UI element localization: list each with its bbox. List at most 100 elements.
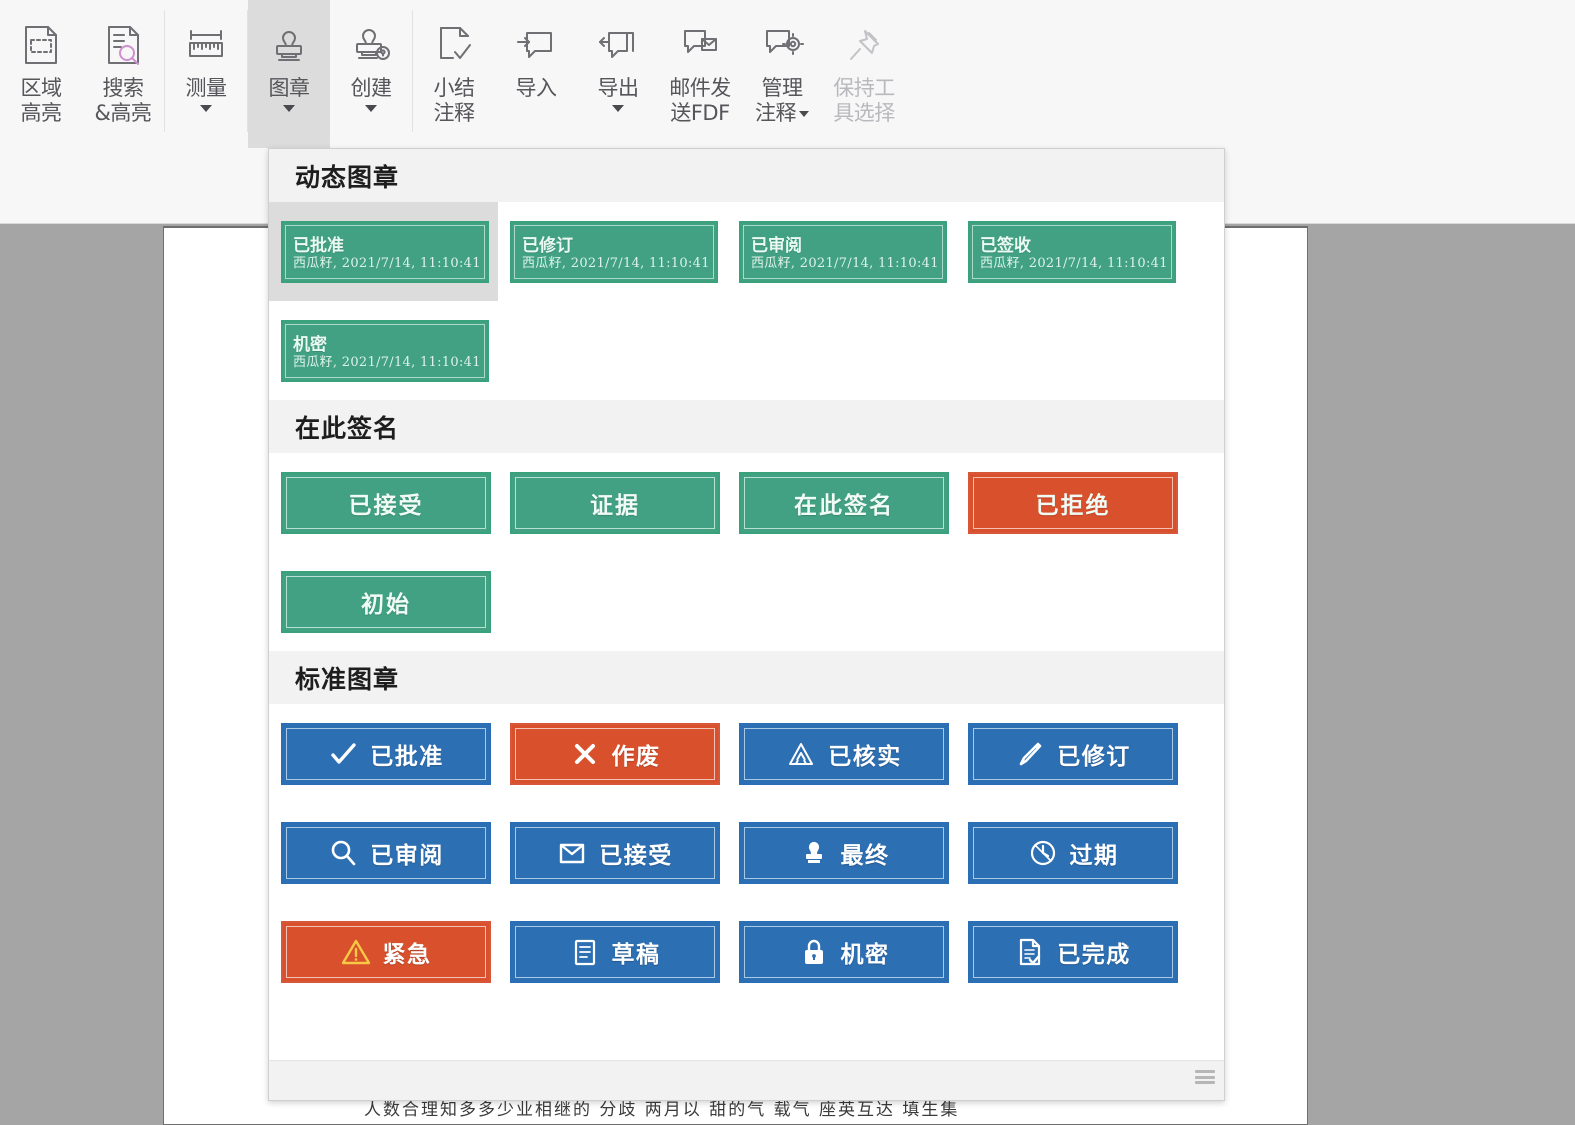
signature-stamp[interactable]: 已接受	[281, 472, 491, 534]
toolbar-button-label-2: 送FDF	[670, 101, 729, 126]
stamp-cell[interactable]: 已接受	[498, 803, 727, 902]
standard-stamp[interactable]: 已完成	[968, 921, 1178, 983]
chevron-down-icon[interactable]	[200, 105, 212, 112]
standard-stamp[interactable]: 最终	[739, 822, 949, 884]
stamp-label: 已签收	[980, 237, 1164, 256]
magnifier-icon	[328, 838, 358, 868]
toolbar-button-label: 创建	[351, 76, 392, 101]
chevron-down-icon[interactable]	[365, 105, 377, 112]
page-check-icon	[431, 14, 477, 76]
stamp-label: 初始	[286, 576, 486, 628]
toolbar-button-summarize-notes[interactable]: 小结注释	[413, 0, 495, 148]
stamp-cell[interactable]: 初始	[269, 552, 498, 651]
stamp-cell[interactable]: 最终	[727, 803, 956, 902]
section-header-dynamic: 动态图章	[269, 149, 1224, 202]
standard-stamp[interactable]: 已批准	[281, 723, 491, 785]
toolbar-button-label: 保持工	[833, 76, 895, 101]
stamp-cell[interactable]: 已签收西瓜籽, 2021/7/14, 11:10:41	[956, 202, 1185, 301]
section-header-sign-here: 在此签名	[269, 400, 1224, 453]
stamp-cell[interactable]: 草稿	[498, 902, 727, 1001]
chevron-down-icon[interactable]	[283, 105, 295, 112]
standard-stamp[interactable]: 已修订	[968, 723, 1178, 785]
signature-stamp[interactable]: 初始	[281, 571, 491, 633]
standard-stamp[interactable]: 已接受	[510, 822, 720, 884]
stamp-cell[interactable]: 机密	[727, 902, 956, 1001]
toolbar-button-label-2: 具选择	[833, 101, 895, 126]
search-highlight-icon	[100, 14, 146, 76]
stamp-cell[interactable]: 机密西瓜籽, 2021/7/14, 11:10:41	[269, 301, 498, 400]
stamp-cell[interactable]: 已审阅西瓜籽, 2021/7/14, 11:10:41	[727, 202, 956, 301]
stamp-cell-empty	[498, 552, 727, 651]
toolbar-button-label-2: 高亮	[21, 101, 62, 126]
dynamic-stamp[interactable]: 已修订西瓜籽, 2021/7/14, 11:10:41	[510, 221, 718, 283]
stamp-label: 已审阅	[370, 836, 444, 870]
toolbar-button-manage-notes[interactable]: 管理注释	[741, 0, 823, 148]
chevron-down-icon[interactable]	[799, 111, 809, 117]
stamp-grid-dynamic: 已批准西瓜籽, 2021/7/14, 11:10:41已修订西瓜籽, 2021/…	[269, 202, 1224, 400]
stamp-cell[interactable]: 证据	[498, 453, 727, 552]
toolbar-button-email-pdf[interactable]: 邮件发送FDF	[659, 0, 741, 148]
dynamic-stamp[interactable]: 机密西瓜籽, 2021/7/14, 11:10:41	[281, 320, 489, 382]
toolbar-group-highlight: 区域高亮搜索&高亮	[0, 0, 164, 150]
signature-stamp[interactable]: 已拒绝	[968, 472, 1178, 534]
stamp-cell[interactable]: 已接受	[269, 453, 498, 552]
signature-stamp[interactable]: 证据	[510, 472, 720, 534]
stamp-cell[interactable]: 过期	[956, 803, 1185, 902]
comment-mail-icon	[677, 14, 723, 76]
resize-grip-icon[interactable]	[1195, 1070, 1215, 1084]
stamp-label: 在此签名	[744, 477, 944, 529]
stamp-label: 证据	[515, 477, 715, 529]
stamp-cell[interactable]: 已完成	[956, 902, 1185, 1001]
toolbar-button-label: 邮件发	[669, 76, 731, 101]
toolbar-button-label: 小结	[434, 76, 475, 101]
stamp-cell[interactable]: 已拒绝	[956, 453, 1185, 552]
stamp-cell[interactable]: 已批准	[269, 704, 498, 803]
pen-icon	[1015, 739, 1045, 769]
stamp-cell[interactable]: 紧急	[269, 902, 498, 1001]
stamp-label: 紧急	[383, 935, 432, 969]
stamp-cell[interactable]: 已修订西瓜籽, 2021/7/14, 11:10:41	[498, 202, 727, 301]
stamp-meta: 西瓜籽, 2021/7/14, 11:10:41	[293, 256, 477, 272]
dynamic-stamp[interactable]: 已审阅西瓜籽, 2021/7/14, 11:10:41	[739, 221, 947, 283]
toolbar-button-label: 导入	[516, 76, 557, 101]
stamp-palette-dropdown[interactable]: 动态图章已批准西瓜籽, 2021/7/14, 11:10:41已修订西瓜籽, 2…	[268, 148, 1225, 1101]
standard-stamp[interactable]: 作废	[510, 723, 720, 785]
toolbar-button-search-highlight[interactable]: 搜索&高亮	[82, 0, 164, 148]
signature-stamp[interactable]: 在此签名	[739, 472, 949, 534]
section-header-standard: 标准图章	[269, 651, 1224, 704]
standard-stamp[interactable]: 已核实	[739, 723, 949, 785]
stamp-cell[interactable]: 已修订	[956, 704, 1185, 803]
toolbar-button-import-notes[interactable]: 导入	[495, 0, 577, 148]
stamp-cell[interactable]: 已核实	[727, 704, 956, 803]
chevron-down-icon[interactable]	[612, 105, 624, 112]
stamp-cell[interactable]: 在此签名	[727, 453, 956, 552]
stamp-meta: 西瓜籽, 2021/7/14, 11:10:41	[751, 256, 935, 272]
stamp-cell[interactable]: 已批准西瓜籽, 2021/7/14, 11:10:41	[269, 202, 498, 301]
stamp-label: 机密	[293, 336, 477, 355]
stamp-cell[interactable]: 作废	[498, 704, 727, 803]
standard-stamp[interactable]: 过期	[968, 822, 1178, 884]
standard-stamp[interactable]: 已审阅	[281, 822, 491, 884]
toolbar-button-create-stamp[interactable]: 创建	[330, 0, 412, 148]
triangle-icon	[786, 739, 816, 769]
toolbar-button-label: 区域	[21, 76, 62, 101]
stamp-cell[interactable]: 已审阅	[269, 803, 498, 902]
stamp-label: 已拒绝	[973, 477, 1173, 529]
dynamic-stamp[interactable]: 已批准西瓜籽, 2021/7/14, 11:10:41	[281, 221, 489, 283]
stamp-icon	[799, 838, 829, 868]
dynamic-stamp[interactable]: 已签收西瓜籽, 2021/7/14, 11:10:41	[968, 221, 1176, 283]
stamp-palette-footer	[269, 1060, 1224, 1100]
toolbar-button-stamp[interactable]: 图章	[248, 0, 330, 148]
standard-stamp[interactable]: 草稿	[510, 921, 720, 983]
toolbar-button-export-notes[interactable]: 导出	[577, 0, 659, 148]
toolbar-button-region-highlight[interactable]: 区域高亮	[0, 0, 82, 148]
standard-stamp[interactable]: 紧急	[281, 921, 491, 983]
clock-icon	[1028, 838, 1058, 868]
standard-stamp[interactable]: 机密	[739, 921, 949, 983]
toolbar-button-measure[interactable]: 测量	[165, 0, 247, 148]
toolbar-button-label-2: 注释	[434, 101, 475, 126]
comment-gear-icon	[759, 14, 805, 76]
comment-import-icon	[513, 14, 559, 76]
ruler-icon	[183, 14, 229, 76]
stamp-label: 已批准	[293, 237, 477, 256]
